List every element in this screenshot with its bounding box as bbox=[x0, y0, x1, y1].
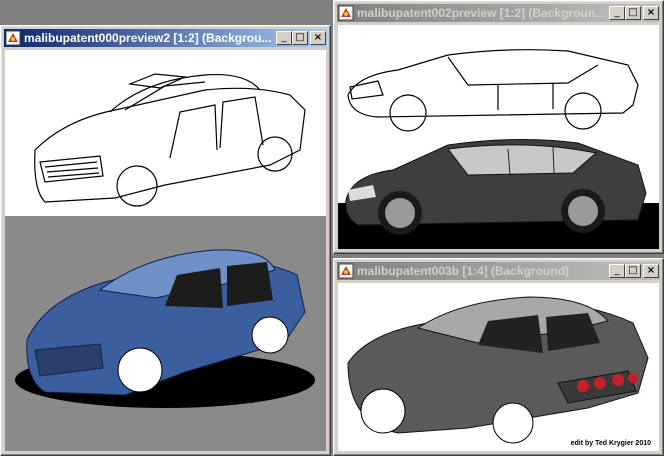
close-icon: × bbox=[646, 265, 656, 276]
close-button[interactable]: × bbox=[643, 6, 659, 20]
minimize-button[interactable]: _ bbox=[609, 6, 625, 20]
credit-caption: edit by Ted Krygier 2010 bbox=[570, 440, 651, 447]
close-button[interactable]: × bbox=[310, 31, 326, 45]
app-icon[interactable] bbox=[338, 5, 354, 21]
window-000preview2[interactable]: malibupatent000preview2 [1:2] (Backgrou.… bbox=[0, 25, 331, 456]
image-canvas[interactable] bbox=[5, 50, 326, 451]
window-003b[interactable]: malibupatent003b [1:4] (Background) _ □ … bbox=[333, 258, 664, 456]
close-button[interactable]: × bbox=[643, 264, 659, 278]
close-icon: × bbox=[313, 32, 323, 43]
maximize-button[interactable]: □ bbox=[625, 264, 641, 278]
app-icon[interactable] bbox=[338, 263, 354, 279]
window-title: malibupatent002preview [1:2] (Backgroun.… bbox=[357, 6, 606, 20]
titlebar[interactable]: malibupatent003b [1:4] (Background) _ □ … bbox=[337, 262, 660, 280]
minimize-button[interactable]: _ bbox=[276, 31, 292, 45]
minimize-icon: _ bbox=[614, 7, 620, 18]
close-icon: × bbox=[646, 7, 656, 18]
window-002preview[interactable]: malibupatent002preview [1:2] (Backgroun.… bbox=[333, 0, 664, 254]
titlebar[interactable]: malibupatent002preview [1:2] (Backgroun.… bbox=[337, 4, 660, 22]
maximize-icon: □ bbox=[628, 7, 638, 18]
maximize-icon: □ bbox=[628, 265, 638, 276]
app-icon[interactable] bbox=[5, 30, 21, 46]
image-canvas[interactable]: edit by Ted Krygier 2010 bbox=[338, 283, 659, 451]
window-title: malibupatent000preview2 [1:2] (Backgrou.… bbox=[24, 31, 272, 45]
image-canvas[interactable] bbox=[338, 25, 659, 249]
maximize-icon: □ bbox=[295, 32, 305, 43]
maximize-button[interactable]: □ bbox=[292, 31, 308, 45]
minimize-icon: _ bbox=[281, 32, 287, 43]
minimize-icon: _ bbox=[614, 265, 620, 276]
titlebar[interactable]: malibupatent000preview2 [1:2] (Backgrou.… bbox=[4, 29, 327, 47]
maximize-button[interactable]: □ bbox=[625, 6, 641, 20]
minimize-button[interactable]: _ bbox=[609, 264, 625, 278]
window-title: malibupatent003b [1:4] (Background) bbox=[357, 264, 570, 278]
